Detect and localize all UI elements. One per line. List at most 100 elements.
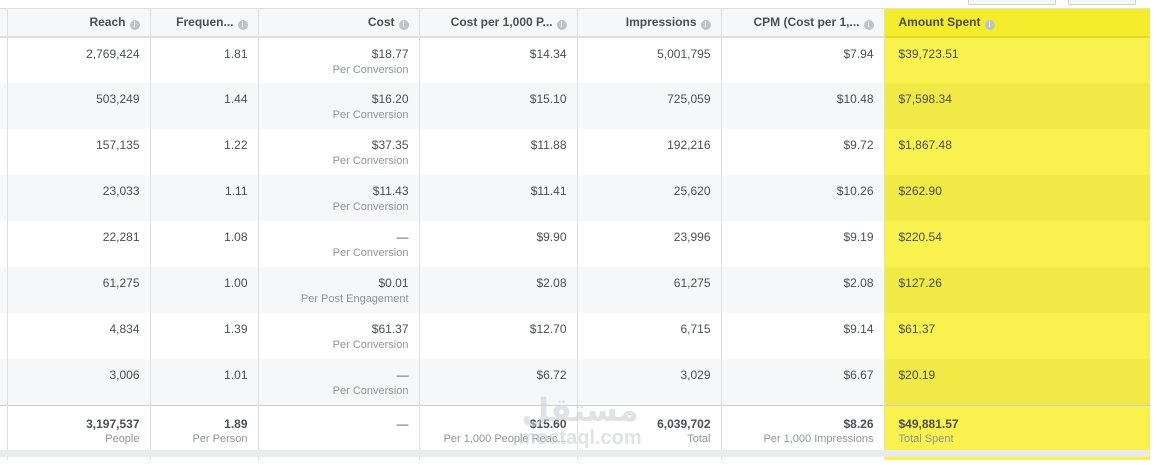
table-header-row: Reach i Frequen... i Cost i Cost per 1,000 …	[0, 9, 1150, 38]
column-label: Reach	[89, 15, 126, 29]
cost-value: $18.77	[371, 47, 409, 61]
toolbar-button[interactable]	[1068, 0, 1136, 5]
top-toolbar-edge	[0, 0, 1157, 5]
cpm-cell: $9.14	[720, 313, 884, 359]
reach-value: 2,769,424	[86, 47, 140, 61]
column-header-cost-per-1000-people[interactable]: Cost per 1,000 P... i	[418, 9, 577, 38]
impressions-value: 725,059	[667, 92, 711, 106]
cpp-value: $11.41	[530, 184, 567, 198]
total-impressions: 6,039,702	[657, 416, 711, 431]
table-row[interactable]: 503,249 1.44 $16.20 Per Conversion $15.10 725…	[0, 83, 1150, 129]
cost-unit: Per Conversion	[332, 385, 409, 397]
total-cpm: $8.26	[843, 416, 874, 431]
reach-value: 23,033	[102, 184, 140, 198]
amount-spent-cell: $262.90	[883, 175, 1150, 221]
total-spent: $49,881.57	[898, 416, 959, 431]
cpp-value: $9.90	[536, 230, 567, 244]
frequency-cell: 1.81	[149, 37, 258, 83]
info-icon[interactable]: i	[237, 20, 248, 30]
cpm-cell: $9.19	[720, 221, 884, 267]
frequency-value: 1.44	[224, 92, 248, 106]
amount-spent-value: $1,867.48	[898, 138, 952, 152]
impressions-value: 6,715	[680, 322, 711, 336]
column-header-cpm[interactable]: CPM (Cost per 1,... i	[720, 9, 884, 38]
cpp-cell: $11.41	[418, 175, 577, 221]
total-cpm-unit: Per 1,000 Impressions	[763, 432, 874, 445]
total-cost: —	[396, 416, 409, 431]
table-row[interactable]: 157,135 1.22 $37.35 Per Conversion $11.88 192…	[0, 129, 1150, 175]
column-label: Impressions	[625, 15, 697, 29]
amount-spent-cell: $1,867.48	[883, 129, 1150, 175]
total-frequency: 1.89	[224, 416, 248, 431]
reach-value: 157,135	[96, 138, 140, 152]
column-label: Cost per 1,000 P...	[450, 15, 553, 29]
impressions-value: 23,996	[673, 230, 711, 244]
reach-value: 4,834	[109, 322, 140, 336]
table-row[interactable]: 61,275 1.00 $0.01 Per Post Engagement $2.08 6…	[0, 267, 1150, 313]
amount-spent-value: $7,598.34	[898, 92, 952, 106]
cpm-value: $9.72	[843, 138, 874, 152]
cost-value: $0.01	[378, 276, 409, 290]
column-header-amount-spent[interactable]: Amount Spent i	[883, 9, 1150, 38]
cpp-cell: $11.88	[418, 129, 577, 175]
info-icon[interactable]: i	[984, 20, 995, 30]
cpp-value: $2.08	[536, 276, 567, 290]
horizontal-scrollbar[interactable]	[0, 450, 1149, 457]
cpm-value: $9.19	[843, 230, 874, 244]
table-row[interactable]: 4,834 1.39 $61.37 Per Conversion $12.70 6,715…	[0, 313, 1150, 359]
cost-unit: Per Conversion	[332, 339, 409, 351]
info-icon[interactable]: i	[556, 20, 567, 30]
cost-unit: Per Conversion	[332, 64, 409, 76]
cpm-cell: $2.08	[720, 267, 884, 313]
toolbar-button[interactable]	[968, 0, 1056, 5]
row-spacer	[0, 359, 7, 405]
row-spacer	[0, 83, 7, 129]
impressions-value: 25,620	[673, 184, 711, 198]
ads-report-table: Reach i Frequen... i Cost i Cost per 1,000 …	[0, 8, 1150, 460]
cpm-value: $9.14	[843, 322, 874, 336]
cost-value: —	[396, 368, 409, 382]
frequency-value: 1.00	[224, 276, 248, 290]
cpm-value: $6.67	[843, 368, 874, 382]
cost-cell: $11.43 Per Conversion	[257, 175, 419, 221]
column-label: Frequen...	[176, 15, 234, 29]
cpp-cell: $9.90	[418, 221, 577, 267]
table-row[interactable]: 2,769,424 1.81 $18.77 Per Conversion $14.34 5…	[0, 37, 1150, 83]
column-header-impressions[interactable]: Impressions i	[576, 9, 721, 38]
cpp-value: $12.70	[529, 322, 567, 336]
column-header-reach[interactable]: Reach i	[6, 9, 150, 38]
cost-cell: $61.37 Per Conversion	[257, 313, 419, 359]
table-row[interactable]: 22,281 1.08 — Per Conversion $9.90 23,996 $9.1…	[0, 221, 1150, 267]
row-spacer	[0, 221, 7, 267]
cpp-cell: $15.10	[418, 83, 577, 129]
amount-spent-value: $220.54	[898, 230, 942, 244]
amount-spent-value: $61.37	[898, 322, 936, 336]
column-header-frequency[interactable]: Frequen... i	[149, 9, 258, 38]
column-header-cost[interactable]: Cost i	[257, 9, 419, 38]
amount-spent-value: $20.19	[898, 368, 936, 382]
impressions-cell: 192,216	[576, 129, 721, 175]
cpm-cell: $9.72	[720, 129, 884, 175]
total-impressions-unit: Total	[687, 432, 711, 445]
cpp-cell: $2.08	[418, 267, 577, 313]
cost-unit: Per Conversion	[332, 109, 409, 121]
cost-unit: Per Conversion	[332, 247, 409, 259]
total-frequency-unit: Per Person	[192, 432, 248, 445]
impressions-value: 61,275	[673, 276, 711, 290]
info-icon[interactable]: i	[398, 20, 409, 30]
impressions-value: 3,029	[680, 368, 711, 382]
frequency-cell: 1.44	[149, 83, 258, 129]
frequency-cell: 1.08	[149, 221, 258, 267]
cost-unit: Per Conversion	[332, 155, 409, 167]
cost-value: $37.35	[371, 138, 409, 152]
amount-spent-cell: $39,723.51	[883, 37, 1150, 83]
info-icon[interactable]: i	[863, 20, 874, 30]
info-icon[interactable]: i	[129, 20, 140, 30]
table-row[interactable]: 23,033 1.11 $11.43 Per Conversion $11.41 25,6…	[0, 175, 1150, 221]
reach-cell: 22,281	[6, 221, 150, 267]
info-icon[interactable]: i	[700, 20, 711, 30]
total-spent-unit: Total Spent	[898, 432, 954, 445]
table-row[interactable]: 3,006 1.01 — Per Conversion $6.72 3,029 $6.67 $…	[0, 359, 1150, 405]
cpm-cell: $10.26	[720, 175, 884, 221]
reach-cell: 2,769,424	[6, 37, 150, 83]
